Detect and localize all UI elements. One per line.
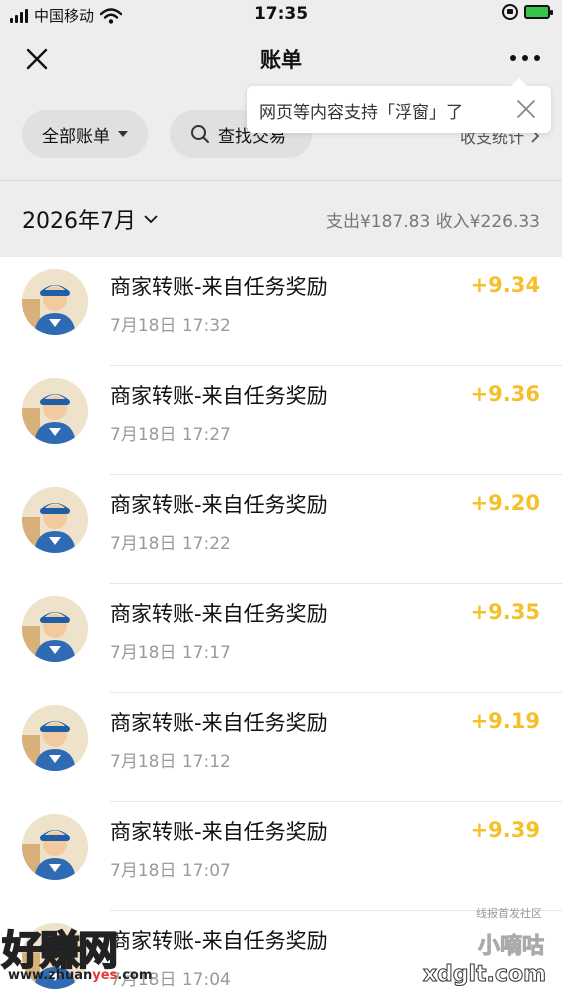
rotation-lock-icon (502, 4, 518, 20)
transaction-amount: +9.35 (470, 600, 540, 624)
month-summary: 支出¥187.83 收入¥226.33 (325, 212, 540, 232)
transaction-time: 7月18日 17:12 (110, 752, 231, 772)
transaction-title: 商家转账-来自任务奖励 (110, 275, 328, 299)
battery-icon (524, 5, 553, 19)
transaction-time: 7月18日 17:22 (110, 534, 231, 554)
nav-bar: 账单 (0, 30, 562, 88)
transaction-item[interactable]: 商家转账-来自任务奖励 7月18日 17:22 +9.20 (0, 475, 562, 584)
caret-down-icon (118, 131, 128, 137)
avatar (22, 596, 88, 662)
transaction-item[interactable]: 商家转账-来自任务奖励 7月18日 17:32 +9.34 (0, 257, 562, 366)
transaction-title: 商家转账-来自任务奖励 (110, 384, 328, 408)
transaction-item[interactable]: 商家转账-来自任务奖励 7月18日 17:07 +9.39 (0, 802, 562, 911)
transaction-amount: +9.20 (470, 491, 540, 515)
avatar (22, 923, 88, 989)
more-icon[interactable] (510, 48, 540, 68)
transaction-title: 商家转账-来自任务奖励 (110, 493, 328, 517)
transaction-item[interactable]: 商家转账-来自任务奖励 7月18日 17:04 (0, 911, 562, 1000)
transaction-title: 商家转账-来自任务奖励 (110, 711, 328, 735)
transaction-amount: +9.39 (470, 818, 540, 842)
avatar (22, 269, 88, 335)
transaction-time: 7月18日 17:32 (110, 316, 231, 336)
floating-window-tip: 网页等内容支持「浮窗」了 (247, 78, 551, 133)
transaction-amount: +9.36 (470, 382, 540, 406)
status-bar: 中国移动 17:35 (0, 0, 562, 30)
transaction-list: 商家转账-来自任务奖励 7月18日 17:32 +9.34 商家转账-来自任务奖… (0, 257, 562, 1000)
transaction-title: 商家转账-来自任务奖励 (110, 929, 328, 953)
transaction-time: 7月18日 17:07 (110, 861, 231, 881)
tip-close-icon[interactable] (515, 98, 537, 120)
month-label: 2026年7月 (22, 209, 136, 234)
transaction-amount: +9.19 (470, 709, 540, 733)
tip-text: 网页等内容支持「浮窗」了 (259, 103, 463, 123)
chevron-down-icon (144, 215, 158, 224)
status-time: 17:35 (253, 4, 309, 24)
search-icon (191, 125, 209, 143)
transaction-title: 商家转账-来自任务奖励 (110, 602, 328, 626)
transaction-item[interactable]: 商家转账-来自任务奖励 7月18日 17:27 +9.36 (0, 366, 562, 475)
avatar (22, 378, 88, 444)
status-bar-right (502, 4, 553, 20)
avatar (22, 814, 88, 880)
transaction-item[interactable]: 商家转账-来自任务奖励 7月18日 17:17 +9.35 (0, 584, 562, 693)
transaction-time: 7月18日 17:04 (110, 970, 231, 990)
all-bills-label: 全部账单 (42, 126, 110, 147)
avatar (22, 487, 88, 553)
transaction-title: 商家转账-来自任务奖励 (110, 820, 328, 844)
transaction-time: 7月18日 17:17 (110, 643, 231, 663)
month-selector[interactable]: 2026年7月 (22, 203, 158, 235)
transaction-amount: +9.34 (470, 273, 540, 297)
month-header: 2026年7月 支出¥187.83 收入¥226.33 (0, 181, 562, 257)
avatar (22, 705, 88, 771)
transaction-time: 7月18日 17:27 (110, 425, 231, 445)
transaction-item[interactable]: 商家转账-来自任务奖励 7月18日 17:12 +9.19 (0, 693, 562, 802)
all-bills-filter[interactable]: 全部账单 (22, 110, 148, 158)
page-title: 账单 (260, 48, 302, 72)
